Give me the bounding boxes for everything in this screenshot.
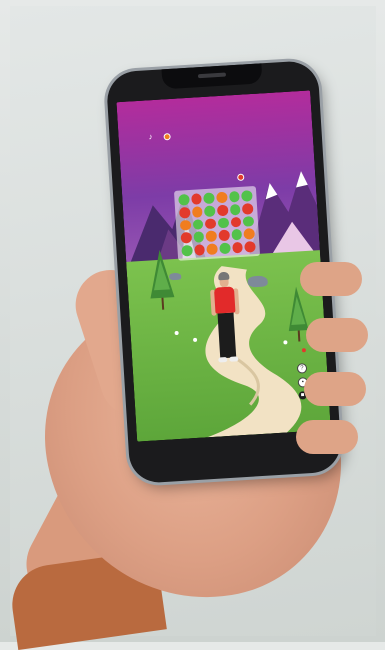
board-cell[interactable] — [216, 204, 229, 216]
rock — [168, 272, 182, 281]
earpiece — [197, 72, 227, 79]
game-screen: ♪ ? • ■ — [116, 90, 331, 442]
board-cell[interactable] — [218, 230, 230, 242]
board-cell[interactable] — [179, 219, 192, 231]
finger — [300, 262, 362, 296]
finger — [296, 420, 358, 454]
finger — [304, 372, 366, 406]
board-cell[interactable] — [231, 229, 243, 241]
board-cell[interactable] — [244, 241, 256, 253]
board-cell[interactable] — [243, 228, 256, 240]
board-cell[interactable] — [217, 217, 229, 229]
board-cell[interactable] — [242, 202, 254, 215]
board-cell[interactable] — [181, 245, 193, 257]
speaker-icon[interactable]: ♪ — [148, 132, 153, 141]
board-cell[interactable] — [229, 203, 241, 216]
board-cell[interactable] — [231, 242, 244, 254]
board-cell[interactable] — [193, 244, 206, 256]
board-cell[interactable] — [190, 193, 203, 205]
board-cell[interactable] — [178, 194, 190, 206]
character-legs — [217, 312, 237, 359]
question-icon: ? — [300, 365, 304, 372]
board-cell[interactable] — [205, 230, 218, 243]
board-cell[interactable] — [216, 191, 228, 204]
player-character — [209, 271, 243, 367]
character-hair — [218, 271, 230, 281]
character-shirt — [213, 286, 236, 314]
board-cell[interactable] — [242, 215, 255, 228]
board-cell[interactable] — [230, 216, 242, 228]
board-cell[interactable] — [193, 231, 205, 243]
board-cell[interactable] — [191, 206, 203, 218]
board-cell[interactable] — [180, 232, 192, 244]
rock — [247, 275, 268, 288]
finger — [306, 318, 368, 352]
board-cell[interactable] — [205, 218, 217, 230]
board-cell[interactable] — [192, 218, 204, 231]
board-cell[interactable] — [203, 192, 215, 204]
game-board — [173, 185, 261, 261]
board-cell[interactable] — [241, 190, 253, 202]
board-cell[interactable] — [219, 242, 231, 255]
board-cell[interactable] — [178, 206, 191, 219]
board-cell[interactable] — [206, 243, 218, 255]
board-cell[interactable] — [204, 205, 216, 217]
board-cell[interactable] — [228, 190, 241, 203]
character-shoe — [218, 356, 228, 363]
character-shoe — [229, 356, 239, 362]
